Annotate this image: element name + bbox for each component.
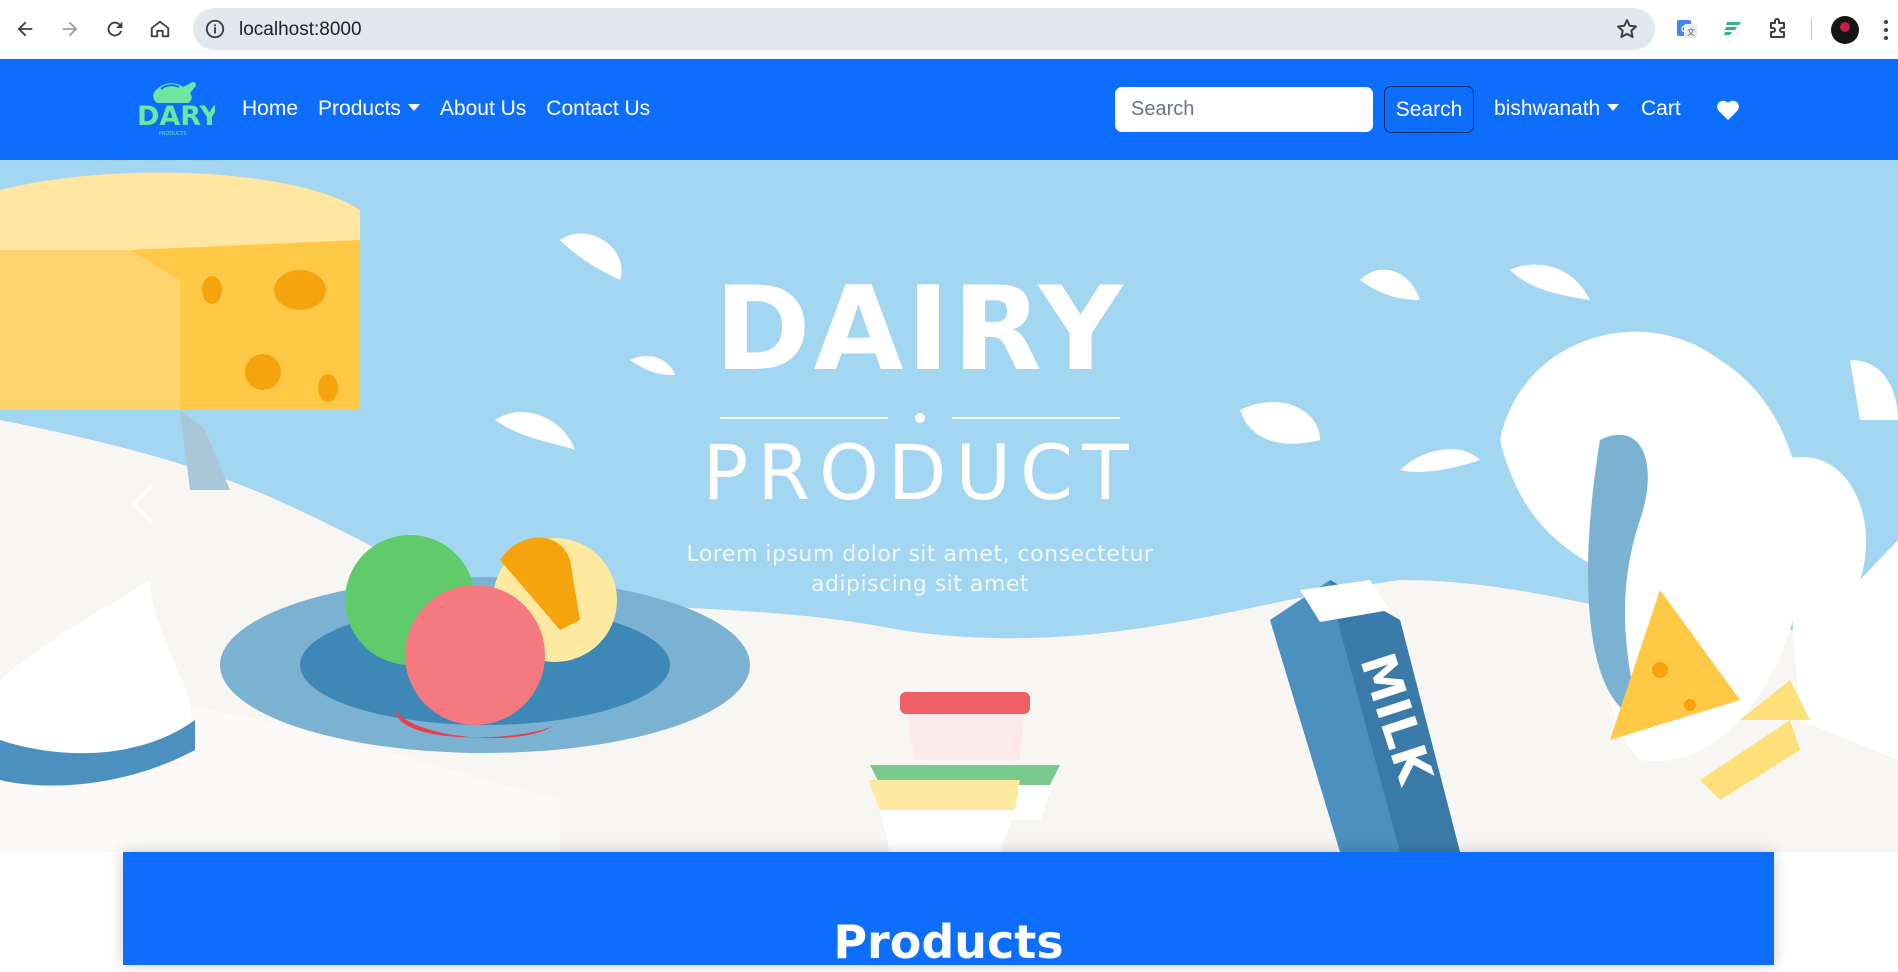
back-icon[interactable]	[10, 11, 40, 47]
nav-links: Home Products About Us Contact Us	[242, 97, 650, 121]
browser-toolbar: localhost:8000 G文	[0, 0, 1898, 59]
reload-icon[interactable]	[100, 11, 130, 47]
hero-description: Lorem ipsum dolor sit amet, consectetur …	[686, 542, 1154, 597]
products-heading: Products	[833, 915, 1064, 969]
hero-carousel: MILK DAIRY PRODUCT Lorem ipsum dolor sit…	[0, 160, 1898, 852]
products-section: Products	[123, 852, 1774, 969]
logo-text: DARY	[137, 101, 215, 132]
puzzle-icon[interactable]	[1763, 14, 1793, 44]
menu-icon[interactable]	[1884, 18, 1890, 42]
toolbar-divider	[1811, 18, 1812, 40]
bookmark-star-icon[interactable]	[1615, 17, 1639, 41]
site-info-icon[interactable]	[203, 17, 227, 41]
nav-products-dropdown[interactable]: Products	[318, 97, 420, 121]
brand-logo[interactable]: DARY PRODUCTS	[135, 79, 220, 139]
svg-text:文: 文	[1687, 27, 1695, 37]
hero-title: DAIRY	[714, 262, 1126, 397]
home-icon[interactable]	[145, 11, 175, 47]
profile-avatar[interactable]	[1831, 16, 1859, 44]
google-translate-icon[interactable]: G文	[1672, 14, 1702, 44]
chevron-left-icon[interactable]	[128, 482, 158, 526]
nav-home[interactable]: Home	[242, 97, 298, 121]
cart-link[interactable]: Cart	[1641, 97, 1681, 121]
forward-icon[interactable]	[55, 11, 85, 47]
nav-contact-us[interactable]: Contact Us	[546, 97, 650, 121]
user-menu-dropdown[interactable]: bishwanath	[1494, 97, 1619, 121]
logo-subtext: PRODUCTS	[159, 131, 187, 137]
address-bar[interactable]: localhost:8000	[193, 8, 1655, 50]
url-text[interactable]: localhost:8000	[239, 19, 362, 41]
search-button[interactable]: Search	[1384, 86, 1474, 133]
extension-icon[interactable]	[1718, 14, 1748, 44]
nav-about-us[interactable]: About Us	[440, 97, 526, 121]
hero-separator	[720, 411, 1120, 425]
search-input[interactable]	[1115, 87, 1373, 132]
heart-icon[interactable]	[1716, 99, 1740, 121]
site-navbar: DARY PRODUCTS Home Products About Us Con…	[0, 59, 1898, 160]
hero-subtitle: PRODUCT	[702, 428, 1138, 517]
